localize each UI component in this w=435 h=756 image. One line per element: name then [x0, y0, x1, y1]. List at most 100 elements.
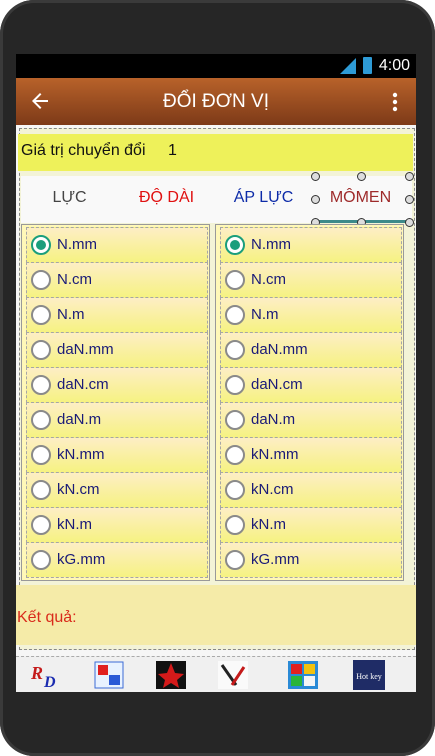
unit-option[interactable]: N.cm [26, 262, 208, 298]
unit-option[interactable]: kN.cm [26, 472, 208, 508]
hot-key-logo-icon[interactable]: Hot key [352, 659, 386, 691]
tab-ap-luc[interactable]: ÁP LỰC [215, 189, 312, 207]
to-unit-list[interactable]: N.mm N.cm N.m daN.mm daN.cm daN.m kN.mm kN.cm kN… [215, 224, 404, 581]
unit-label: daN.mm [57, 341, 114, 358]
radio-unchecked-icon[interactable] [31, 550, 51, 570]
radio-unchecked-icon[interactable] [31, 305, 51, 325]
status-bar: 4:00 [16, 54, 416, 78]
unit-label: N.cm [251, 271, 286, 288]
tab-luc[interactable]: LỰC [21, 189, 118, 207]
unit-label: kG.mm [251, 551, 300, 568]
phone-frame: 4:00 ĐỔI ĐƠN VỊ Giá trị chuyển đổi 1 LỰC… [0, 0, 435, 756]
unit-option[interactable]: daN.cm [26, 367, 208, 403]
unit-option[interactable]: daN.m [220, 402, 402, 438]
radio-unchecked-icon[interactable] [225, 305, 245, 325]
unit-label: daN.cm [57, 376, 109, 393]
app-logo-icon[interactable] [92, 659, 126, 691]
unit-label: kN.mm [57, 446, 105, 463]
tab-label: MÔMEN [329, 189, 392, 206]
app-bar: ĐỔI ĐƠN VỊ [16, 78, 416, 125]
input-value[interactable]: 1 [168, 142, 177, 160]
radio-unchecked-icon[interactable] [31, 480, 51, 500]
unit-option[interactable]: N.m [220, 297, 402, 333]
hot-key-logo-text: Hot key [356, 672, 382, 681]
radio-unchecked-icon[interactable] [225, 550, 245, 570]
radio-unchecked-icon[interactable] [31, 445, 51, 465]
selection-handle [405, 172, 414, 181]
app-logo-icon[interactable] [216, 659, 250, 691]
unit-option[interactable]: kN.cm [220, 472, 402, 508]
unit-label: kN.cm [57, 481, 100, 498]
unit-label: kN.cm [251, 481, 294, 498]
unit-option[interactable]: kN.m [220, 507, 402, 543]
unit-option[interactable]: N.m [26, 297, 208, 333]
result-label: Kết quả: [17, 609, 77, 626]
svg-text:D: D [43, 674, 56, 691]
selection-handle [357, 172, 366, 181]
selection-handle [405, 218, 414, 227]
unit-label: N.cm [57, 271, 92, 288]
radio-unchecked-icon[interactable] [225, 515, 245, 535]
unit-label: kG.mm [57, 551, 106, 568]
radio-checked-icon[interactable] [31, 235, 51, 255]
status-time: 4:00 [378, 57, 410, 74]
selection-handle [311, 172, 320, 181]
unit-label: daN.m [57, 411, 102, 428]
radio-unchecked-icon[interactable] [31, 270, 51, 290]
radio-unchecked-icon[interactable] [31, 410, 51, 430]
radio-unchecked-icon[interactable] [225, 375, 245, 395]
unit-label: daN.cm [251, 376, 303, 393]
screen: 4:00 ĐỔI ĐƠN VỊ Giá trị chuyển đổi 1 LỰC… [16, 54, 416, 692]
radio-unchecked-icon[interactable] [225, 480, 245, 500]
radio-unchecked-icon[interactable] [225, 445, 245, 465]
from-unit-list[interactable]: N.mm N.cm N.m daN.mm daN.cm daN.m kN.mm kN.cm kN… [21, 224, 210, 581]
page-title: ĐỔI ĐƠN VỊ [162, 91, 270, 112]
selection-handle [311, 195, 320, 204]
unit-option[interactable]: kN.mm [220, 437, 402, 473]
unit-option[interactable]: kN.m [26, 507, 208, 543]
ad-banner: R D Hot key [16, 656, 416, 692]
tab-bar: LỰC ĐỘ DÀI ÁP LỰC MÔMEN [21, 172, 414, 227]
input-row: Giá trị chuyển đổi 1 [18, 134, 413, 171]
tab-label: LỰC [52, 189, 87, 206]
radio-unchecked-icon[interactable] [31, 515, 51, 535]
radio-unchecked-icon[interactable] [225, 340, 245, 360]
battery-icon [363, 57, 372, 74]
tab-do-dai[interactable]: ĐỘ DÀI [118, 189, 215, 207]
radio-unchecked-icon[interactable] [225, 270, 245, 290]
unit-option[interactable]: N.mm [220, 227, 402, 263]
input-label: Giá trị chuyển đổi [21, 142, 146, 159]
signal-icon [340, 58, 356, 74]
unit-option[interactable]: kG.mm [26, 542, 208, 578]
app-logo-icon[interactable] [286, 659, 320, 691]
unit-option[interactable]: daN.mm [220, 332, 402, 368]
tab-label: ĐỘ DÀI [138, 189, 195, 206]
unit-option[interactable]: daN.cm [220, 367, 402, 403]
radio-unchecked-icon[interactable] [31, 375, 51, 395]
result-box: Kết quả: [16, 585, 416, 645]
radio-checked-icon[interactable] [225, 235, 245, 255]
unit-label: N.mm [57, 236, 97, 253]
selection-handle [405, 195, 414, 204]
unit-label: kN.mm [251, 446, 299, 463]
svg-text:R: R [30, 663, 43, 683]
unit-label: kN.m [251, 516, 286, 533]
unit-option[interactable]: kN.mm [26, 437, 208, 473]
unit-option[interactable]: daN.m [26, 402, 208, 438]
overflow-menu-icon[interactable] [392, 92, 398, 112]
unit-label: daN.mm [251, 341, 308, 358]
unit-option[interactable]: N.mm [26, 227, 208, 263]
radio-unchecked-icon[interactable] [31, 340, 51, 360]
radio-unchecked-icon[interactable] [225, 410, 245, 430]
unit-option[interactable]: kG.mm [220, 542, 402, 578]
app-logo-icon[interactable] [154, 659, 188, 691]
content: Giá trị chuyển đổi 1 LỰC ĐỘ DÀI ÁP LỰC M… [16, 125, 416, 692]
unit-option[interactable]: daN.mm [26, 332, 208, 368]
tab-label: ÁP LỰC [233, 189, 294, 206]
unit-label: N.m [251, 306, 279, 323]
unit-label: N.mm [251, 236, 291, 253]
unit-label: N.m [57, 306, 85, 323]
rd-logo-icon[interactable]: R D [28, 659, 62, 691]
tab-momen[interactable]: MÔMEN [312, 189, 409, 207]
unit-option[interactable]: N.cm [220, 262, 402, 298]
